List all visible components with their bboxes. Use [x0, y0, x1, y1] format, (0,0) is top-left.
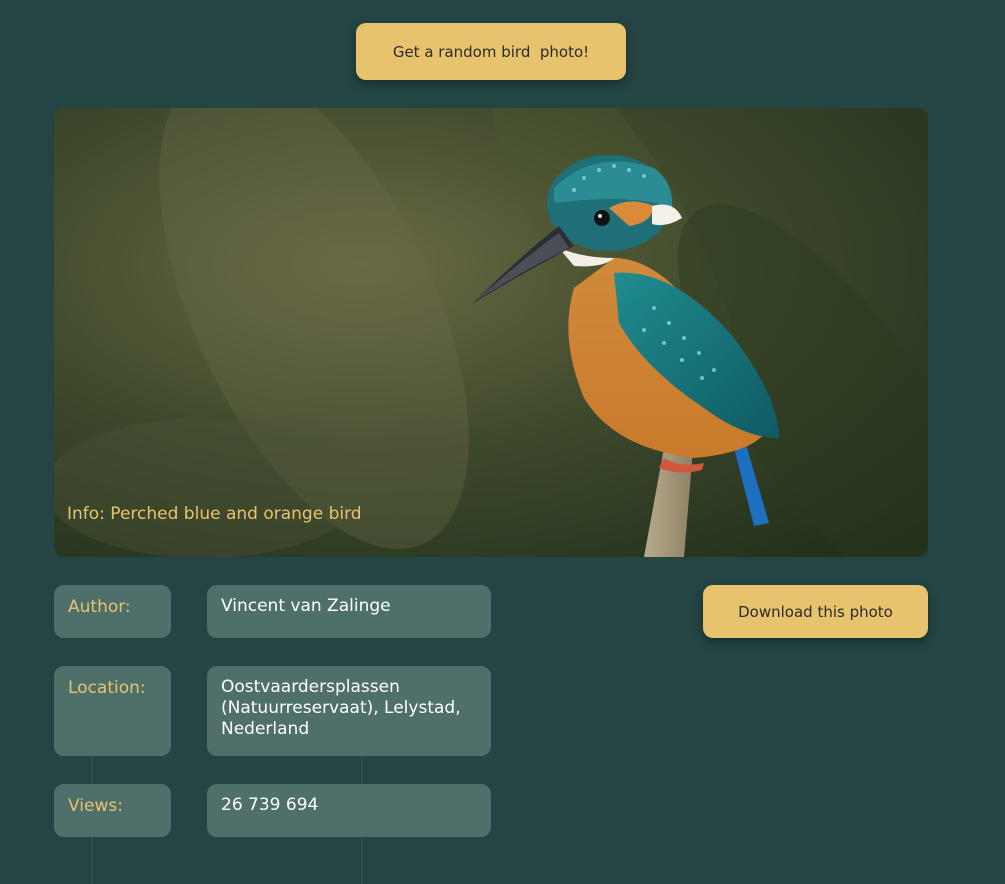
location-value: Oostvaardersplassen (Natuurreservaat), L…: [207, 666, 491, 756]
bird-photo-card: Info: Perched blue and orange bird: [54, 108, 928, 557]
kingfisher-photo: [54, 108, 928, 557]
location-label: Location:: [54, 666, 171, 756]
photo-info-text: Info: Perched blue and orange bird: [67, 504, 362, 524]
download-photo-button[interactable]: Download this photo: [703, 585, 928, 638]
author-value: Vincent van Zalinge: [207, 585, 491, 638]
author-label: Author:: [54, 585, 171, 638]
views-label: Views:: [54, 784, 171, 837]
views-value: 26 739 694: [207, 784, 491, 837]
random-bird-button[interactable]: Get a random bird photo!: [356, 23, 626, 80]
